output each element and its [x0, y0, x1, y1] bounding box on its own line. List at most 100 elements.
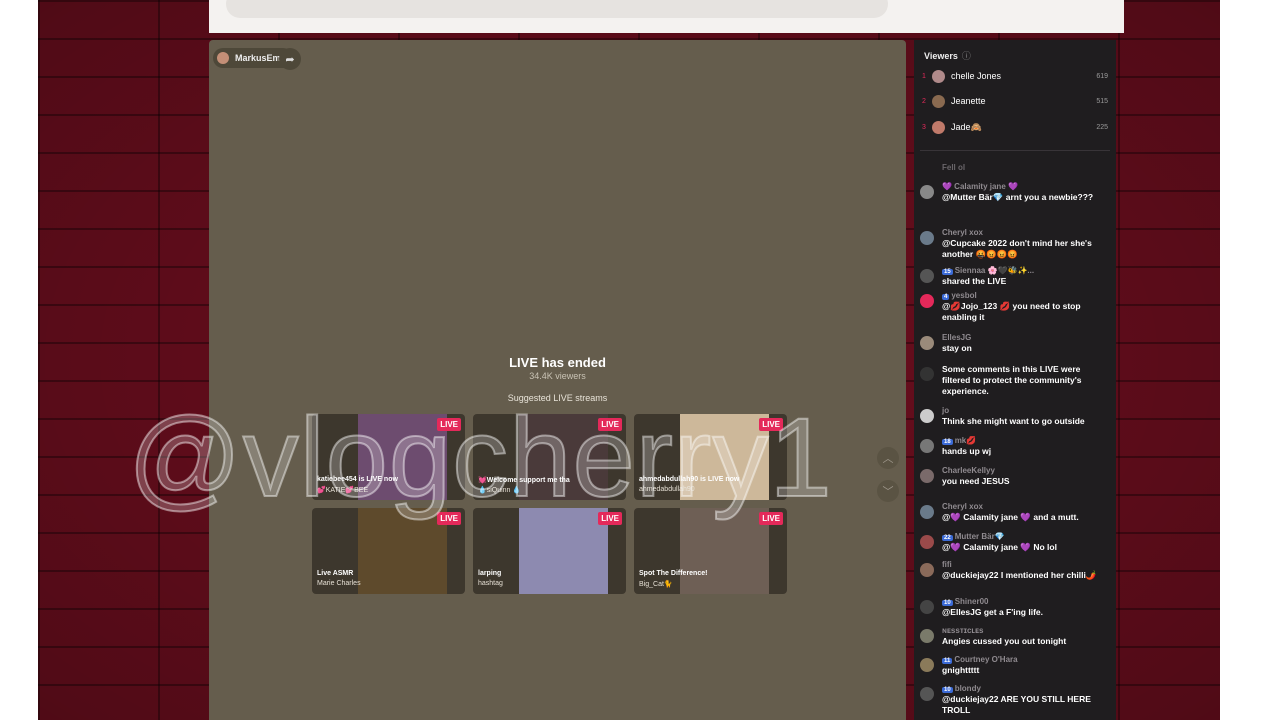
chat-text: Angies cussed you out tonight: [942, 636, 1067, 646]
chat-username[interactable]: Cheryl xox: [942, 502, 983, 511]
viewer-rank: 2: [922, 97, 926, 105]
chat-username[interactable]: 💜 Calamity jane 💜: [942, 182, 1018, 191]
suggested-stream-card[interactable]: LIVE larping hashtag: [473, 508, 626, 594]
chat-username[interactable]: 4 yesbol: [942, 291, 977, 300]
viewer-name: chelle Jones: [951, 71, 1002, 81]
suggested-grid: LIVE katiebee454 is LIVE now 💕KATIE💕BEE …: [312, 414, 788, 594]
chat-avatar[interactable]: [920, 629, 934, 643]
stream-title: Spot The Difference!: [639, 570, 708, 577]
stream-user: 💧siQuinn 💧: [478, 487, 522, 494]
chat-text: @duckiejay22 ARE YOU STILL HERE TROLL: [942, 694, 1091, 715]
chat-avatar[interactable]: [920, 469, 934, 483]
chevron-down-icon[interactable]: ﹀: [877, 480, 899, 502]
viewer-row[interactable]: 2 Jeanette 515: [922, 92, 1108, 110]
stream-user: ahmedabdullah90: [639, 486, 695, 493]
viewer-rank: 1: [922, 72, 926, 80]
viewer-row[interactable]: 3 Jade🙈 225: [922, 118, 1108, 136]
stream-user: 💕KATIE💕BEE: [317, 487, 369, 494]
chat-username-text: Cheryl xox: [942, 228, 983, 237]
viewer-row[interactable]: 1 chelle Jones 619: [922, 67, 1108, 85]
chat-avatar[interactable]: [920, 231, 934, 245]
suggested-stream-card[interactable]: LIVE katiebee454 is LIVE now 💕KATIE💕BEE: [312, 414, 465, 500]
chat-username[interactable]: 18 mk💋: [942, 436, 976, 445]
level-badge: 18: [942, 439, 953, 445]
chat-avatar[interactable]: [920, 185, 934, 199]
chat-avatar[interactable]: [920, 535, 934, 549]
viewer-score: 225: [1096, 123, 1108, 131]
chat-username[interactable]: EllesJG: [942, 333, 971, 342]
viewer-avatar: [932, 120, 945, 134]
level-badge: 10: [942, 687, 953, 693]
share-icon[interactable]: ➦: [279, 48, 301, 70]
chat-avatar[interactable]: [920, 687, 934, 701]
viewer-avatar: [932, 69, 945, 83]
stream-user: hashtag: [478, 580, 503, 587]
suggested-stream-card[interactable]: LIVE ahmedabdullah90 is LIVE now ahmedab…: [634, 414, 787, 500]
chat-username[interactable]: 10 blondy: [942, 684, 981, 693]
level-badge: 10: [942, 600, 953, 606]
chat-username[interactable]: 22 Mutter Bär💎: [942, 532, 1005, 541]
chat-text: @duckiejay22 I mentioned her chilli🌶️: [942, 570, 1097, 580]
chat-username[interactable]: CharleeKellyy: [942, 466, 995, 475]
chat-username-text: yesbol: [951, 291, 977, 300]
search-bar[interactable]: [226, 0, 888, 18]
chat-text: you need JESUS: [942, 476, 1010, 486]
viewer-count: 34.4K viewers: [529, 371, 586, 381]
viewer-rank: 3: [922, 123, 926, 131]
viewers-header: Viewers ⓘ: [924, 51, 971, 61]
chat-avatar[interactable]: [920, 563, 934, 577]
chat-avatar[interactable]: [920, 439, 934, 453]
host-name: MarkusEmz: [235, 53, 286, 63]
level-badge: 11: [942, 658, 953, 664]
chat-text: @Cupcake 2022 don't mind her she's anoth…: [942, 238, 1092, 259]
chat-avatar[interactable]: [920, 336, 934, 350]
stream-title: katiebee454 is LIVE now: [317, 476, 398, 483]
chat-username-text: fifi: [942, 560, 952, 569]
live-badge: LIVE: [598, 512, 622, 525]
chat-text: @Mutter Bär💎 arnt you a newbie???: [942, 192, 1094, 202]
chat-username[interactable]: jo: [942, 406, 949, 415]
level-badge: 22: [942, 535, 953, 541]
chat-avatar[interactable]: [920, 367, 934, 381]
chat-text: gnighttttt: [942, 665, 980, 675]
chat-username[interactable]: 11 Courtney O'Hara: [942, 655, 1018, 664]
suggested-stream-card[interactable]: LIVE Live ASMR Marie Charles: [312, 508, 465, 594]
chat-avatar[interactable]: [920, 600, 934, 614]
info-icon: ⓘ: [961, 51, 971, 61]
chat-text: Think she might want to go outside: [942, 416, 1085, 426]
chat-username[interactable]: Cheryl xox: [942, 228, 983, 237]
chat-username-text: Mutter Bär💎: [954, 532, 1005, 541]
chevron-up-icon[interactable]: ︿: [877, 447, 899, 469]
live-badge: LIVE: [437, 512, 461, 525]
chat-avatar[interactable]: [920, 505, 934, 519]
chat-username-text: Shiner00: [954, 597, 989, 606]
stream-title: ahmedabdullah90 is LIVE now: [639, 476, 740, 483]
stream-title: 💓Welcome support me tha: [478, 477, 570, 484]
chat-username[interactable]: 15 Siennaa 🌸🖤🐝✨...: [942, 266, 1034, 275]
live-badge: LIVE: [437, 418, 461, 431]
chat-username[interactable]: 10 Shiner00: [942, 597, 988, 606]
suggested-stream-card[interactable]: LIVE 💓Welcome support me tha 💧siQuinn 💧: [473, 414, 626, 500]
viewer-avatar: [932, 94, 945, 108]
chat-avatar[interactable]: [920, 294, 934, 308]
chat-text: hands up wj: [942, 446, 992, 456]
chat-text: @💋Jojo_123 💋 you need to stop enabling i…: [942, 301, 1081, 322]
suggested-stream-card[interactable]: LIVE Spot The Difference! Big_Cat🐈: [634, 508, 787, 594]
chat-avatar[interactable]: [920, 269, 934, 283]
chat-username[interactable]: ɴᴇssᴛɪᴄʟᴇs: [942, 626, 984, 635]
stream-user: Marie Charles: [317, 580, 361, 587]
chat-avatar[interactable]: [920, 409, 934, 423]
chat-username-text: Courtney O'Hara: [954, 655, 1018, 664]
chat-avatar[interactable]: [920, 658, 934, 672]
chat-username-text: Siennaa 🌸🖤🐝✨...: [954, 266, 1035, 275]
chat-text: @EllesJG get a F'ing life.: [942, 607, 1043, 617]
chat-username[interactable]: fifi: [942, 560, 952, 569]
stream-user: Big_Cat🐈: [639, 581, 673, 588]
video-frame-left: [0, 0, 38, 720]
chat-username-text: EllesJG: [942, 333, 972, 342]
chat-username-text: blondy: [954, 684, 981, 693]
divider: [920, 150, 1110, 151]
viewer-name: Jade🙈: [951, 121, 982, 132]
chat-username-text: mk💋: [954, 436, 977, 445]
chat-username-text: Cheryl xox: [942, 502, 983, 511]
